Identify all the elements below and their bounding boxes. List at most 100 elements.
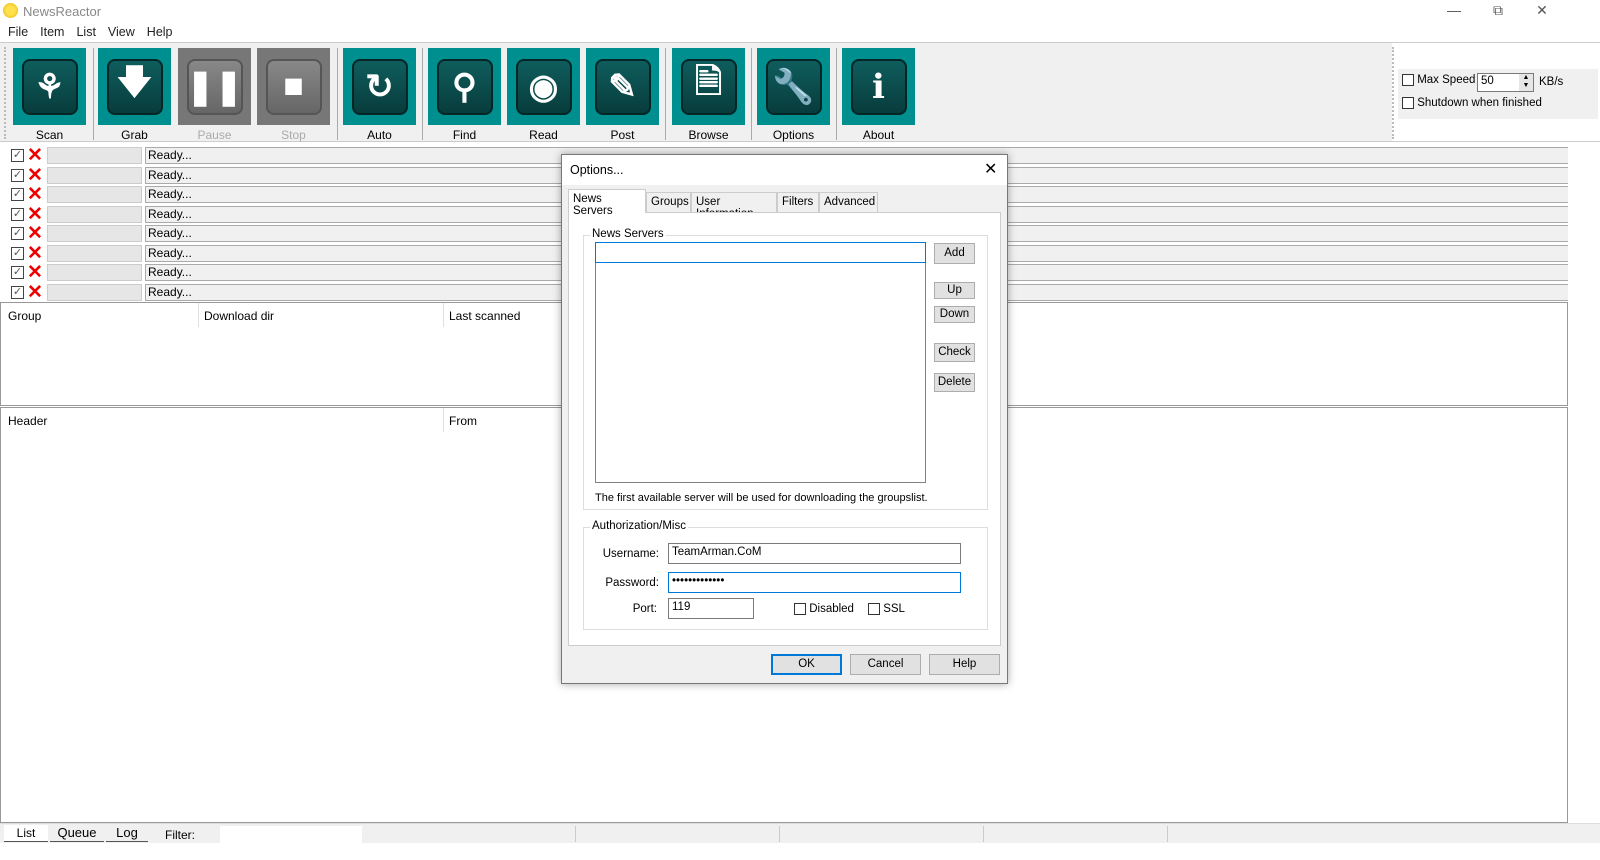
- disconnect-x-icon[interactable]: ✕: [27, 166, 43, 185]
- menu-view[interactable]: View: [102, 22, 141, 42]
- ok-button[interactable]: OK: [771, 654, 842, 675]
- connection-progress: [47, 244, 142, 262]
- toolbar-grip[interactable]: [4, 47, 6, 139]
- status-bar: List Queue Log Filter:: [0, 823, 1600, 843]
- connection-progress: [47, 166, 142, 184]
- window-title: NewsReactor: [23, 4, 102, 19]
- disconnect-x-icon[interactable]: ✕: [27, 205, 43, 224]
- connection-enabled-checkbox[interactable]: ✓: [11, 227, 24, 240]
- restore-button[interactable]: ⧉: [1478, 2, 1518, 20]
- disabled-checkbox[interactable]: Disabled: [794, 603, 854, 615]
- menu-bar: File Item List View Help: [0, 22, 1600, 42]
- authorization-group: Authorization/Misc Username: TeamArman.C…: [583, 520, 988, 630]
- post-button[interactable]: ✎ Post: [586, 48, 659, 142]
- browse-button[interactable]: 🗎 Browse: [672, 48, 745, 142]
- tab-log[interactable]: Log: [106, 825, 148, 842]
- read-button[interactable]: ◉ Read: [507, 48, 580, 142]
- disconnect-x-icon[interactable]: ✕: [27, 224, 43, 243]
- filter-label: Filter:: [165, 828, 195, 842]
- stop-icon: ■: [265, 58, 322, 115]
- connection-progress: [47, 147, 142, 164]
- password-label: Password:: [605, 577, 659, 589]
- dialog-title: Options...: [570, 163, 624, 177]
- tab-news-servers[interactable]: News Servers: [568, 189, 646, 217]
- tab-user-information[interactable]: User Information: [691, 192, 777, 220]
- tab-advanced[interactable]: Advanced: [819, 192, 878, 212]
- username-label: Username:: [602, 548, 659, 560]
- scan-button[interactable]: ⚘ Scan: [13, 48, 86, 142]
- check-button[interactable]: Check: [934, 343, 975, 362]
- menu-list[interactable]: List: [70, 22, 101, 42]
- info-icon: i: [850, 58, 907, 115]
- connection-enabled-checkbox[interactable]: ✓: [11, 207, 24, 221]
- help-button[interactable]: Help: [929, 654, 1000, 675]
- connection-enabled-checkbox[interactable]: ✓: [11, 246, 24, 260]
- menu-item[interactable]: Item: [34, 22, 70, 42]
- filter-input[interactable]: [220, 826, 362, 843]
- download-arrow-icon: 🡇: [106, 58, 163, 115]
- down-button[interactable]: Down: [934, 306, 975, 323]
- speed-panel: Max Speed 50 ▲ ▼ KB/s Shutdown when finis…: [1392, 42, 1600, 142]
- magnifier-icon: ⚲: [436, 58, 493, 115]
- documents-icon: 🗎: [680, 58, 737, 115]
- connection-enabled-checkbox[interactable]: ✓: [11, 149, 24, 162]
- disconnect-x-icon[interactable]: ✕: [27, 283, 43, 302]
- minimize-button[interactable]: —: [1434, 2, 1474, 20]
- ssl-checkbox[interactable]: SSL: [868, 603, 905, 615]
- password-input[interactable]: •••••••••••••: [668, 572, 961, 593]
- options-dialog: Options... ✕ News Servers Groups User In…: [561, 154, 1008, 684]
- menu-help[interactable]: Help: [141, 22, 179, 42]
- news-servers-page: News Servers Add Up Down Check Delete Th…: [568, 212, 1001, 646]
- pause-icon: ❚❚: [186, 58, 243, 115]
- dialog-title-bar: Options... ✕: [562, 155, 1007, 185]
- connection-enabled-checkbox[interactable]: ✓: [11, 266, 24, 279]
- auto-button[interactable]: ↻ Auto: [343, 48, 416, 142]
- disconnect-x-icon[interactable]: ✕: [27, 146, 43, 165]
- speed-unit: KB/s: [1539, 76, 1564, 88]
- connection-progress: [47, 205, 142, 223]
- grab-button[interactable]: 🡇 Grab: [98, 48, 171, 142]
- column-header-header[interactable]: Header: [8, 414, 47, 428]
- port-input[interactable]: 119: [668, 598, 754, 619]
- column-header-group[interactable]: Group: [8, 309, 41, 323]
- tab-filters[interactable]: Filters: [777, 192, 819, 212]
- column-header-from[interactable]: From: [449, 414, 477, 428]
- stop-button[interactable]: ■ Stop: [257, 48, 330, 142]
- about-button[interactable]: i About: [842, 48, 915, 142]
- find-button[interactable]: ⚲ Find: [428, 48, 501, 142]
- column-header-last-scanned[interactable]: Last scanned: [449, 309, 520, 323]
- speed-spinner[interactable]: ▲ ▼: [1519, 74, 1533, 91]
- tab-list[interactable]: List: [4, 825, 48, 842]
- tab-queue[interactable]: Queue: [50, 825, 104, 842]
- disconnect-x-icon[interactable]: ✕: [27, 185, 43, 204]
- tab-groups[interactable]: Groups: [646, 192, 691, 212]
- connection-progress: [47, 186, 142, 203]
- binoculars-icon: ⚘: [21, 58, 78, 115]
- up-button[interactable]: Up: [934, 282, 975, 299]
- disconnect-x-icon[interactable]: ✕: [27, 263, 43, 282]
- connection-enabled-checkbox[interactable]: ✓: [11, 188, 24, 201]
- wrench-icon: 🔧: [765, 58, 822, 115]
- shutdown-checkbox[interactable]: Shutdown when finished: [1402, 97, 1542, 109]
- eye-icon: ◉: [515, 58, 572, 115]
- title-bar: NewsReactor — ⧉ ✕: [0, 0, 1600, 22]
- panel-grip[interactable]: [1392, 47, 1394, 139]
- dialog-close-button[interactable]: ✕: [984, 159, 997, 179]
- add-button[interactable]: Add: [934, 243, 975, 264]
- username-input[interactable]: TeamArman.CoM: [668, 543, 961, 564]
- close-button[interactable]: ✕: [1522, 2, 1562, 20]
- servers-note: The first available server will be used …: [595, 492, 928, 504]
- connection-enabled-checkbox[interactable]: ✓: [11, 168, 24, 182]
- server-input[interactable]: [595, 242, 926, 263]
- column-header-download-dir[interactable]: Download dir: [204, 309, 274, 323]
- options-button[interactable]: 🔧 Options: [757, 48, 830, 142]
- cancel-button[interactable]: Cancel: [850, 654, 921, 675]
- pause-button[interactable]: ❚❚ Pause: [178, 48, 251, 142]
- toolbar: ⚘ Scan 🡇 Grab ❚❚ Pause ■ Stop ↻ Auto ⚲ Find ◉ R…: [0, 42, 1392, 142]
- max-speed-checkbox[interactable]: Max Speed: [1402, 74, 1475, 86]
- delete-button[interactable]: Delete: [934, 373, 975, 392]
- server-list[interactable]: [595, 263, 926, 483]
- menu-file[interactable]: File: [2, 22, 34, 42]
- connection-enabled-checkbox[interactable]: ✓: [11, 285, 24, 299]
- disconnect-x-icon[interactable]: ✕: [27, 244, 43, 263]
